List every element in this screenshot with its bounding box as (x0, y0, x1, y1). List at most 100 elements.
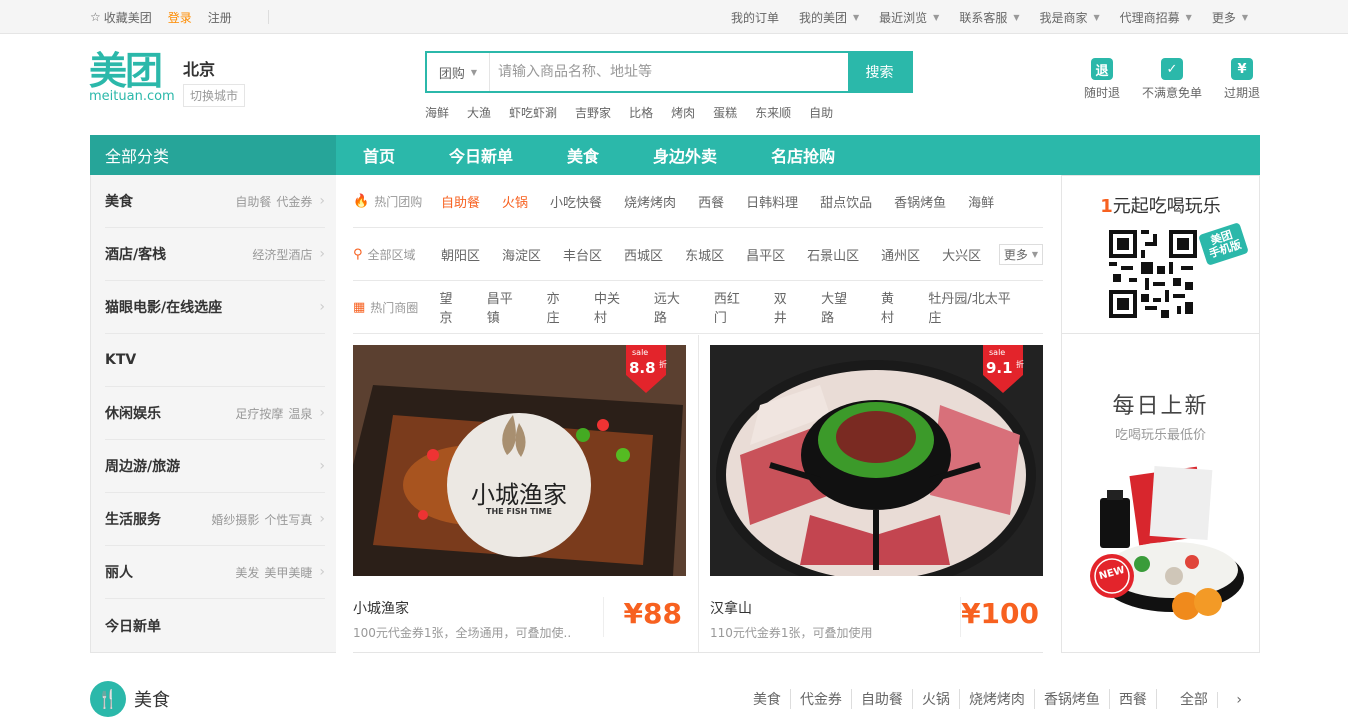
filter-option[interactable]: 烧烤烤肉 (624, 192, 676, 211)
section-link[interactable]: 西餐 (1110, 689, 1157, 709)
subcategory-link[interactable]: 婚纱摄影 (211, 511, 259, 528)
hot-word-link[interactable]: 海鲜 (425, 104, 449, 121)
subcategory-link[interactable]: 温泉 (288, 405, 312, 422)
filter-option[interactable]: 远大路 (654, 288, 692, 326)
filter-option[interactable]: 黄村 (881, 288, 906, 326)
top-menu-item[interactable]: 代理商招募 ▼ (1110, 9, 1202, 26)
deal-card[interactable]: sale 9.1 折 汉拿山 110元代金券1张，可叠加使用 ¥100 (710, 345, 1043, 641)
filter-option[interactable]: 大望路 (821, 288, 859, 326)
filter-option[interactable]: 香锅烤鱼 (894, 192, 946, 211)
nav-link[interactable]: 美食 (540, 143, 626, 167)
hot-word-link[interactable]: 比格 (629, 104, 653, 121)
search-scope-select[interactable]: 团购 ▼ (427, 53, 490, 91)
search-input[interactable] (490, 53, 848, 91)
favorite-link[interactable]: ☆ 收藏美团 (90, 9, 152, 26)
section-link[interactable]: 香锅烤鱼 (1035, 689, 1110, 709)
nav-link[interactable]: 名店抢购 (744, 143, 862, 167)
section-link[interactable]: 火锅 (913, 689, 960, 709)
category-item[interactable]: 今日新单 (105, 599, 325, 652)
hot-word-link[interactable]: 吉野家 (575, 104, 611, 121)
deal-description: 100元代金券1张，全场通用，可叠加使.. (353, 626, 572, 640)
nav-link[interactable]: 首页 (336, 143, 422, 167)
deal-image[interactable]: sale 9.1 折 (710, 345, 1043, 576)
promise-item[interactable]: ✓ 不满意免单 (1142, 58, 1202, 101)
all-categories-button[interactable]: 全部分类 (90, 135, 336, 175)
deal-image[interactable]: 小城渔家 THE FISH TIME sale 8.8 折 (353, 345, 686, 576)
section-link[interactable]: 代金券 (791, 689, 852, 709)
hot-word-link[interactable]: 自助 (809, 104, 833, 121)
promise-item[interactable]: 退随时退 (1084, 58, 1120, 101)
filter-option[interactable]: 海鲜 (968, 192, 994, 211)
more-dropdown[interactable]: 更多 ▼ (998, 244, 1043, 265)
filter-option[interactable]: 亦庄 (547, 288, 572, 326)
login-link[interactable]: 登录 (168, 9, 192, 26)
main-nav: 全部分类 首页 今日新单 美食 身边外卖 名店抢购 (90, 135, 1260, 175)
hot-word-link[interactable]: 蛋糕 (713, 104, 737, 121)
logo[interactable]: 美团 meituan.com (89, 52, 175, 104)
category-item[interactable]: 美食 自助餐 代金券 › (105, 175, 325, 228)
subcategory-link[interactable]: 美甲美睫 (264, 564, 312, 581)
category-item[interactable]: 丽人 美发 美甲美睫 › (105, 546, 325, 599)
subcategory-link[interactable]: 自助餐 (235, 193, 271, 210)
filter-option[interactable]: 火锅 (502, 192, 528, 211)
filter-option[interactable]: 中关村 (594, 288, 632, 326)
filter-option[interactable]: 东城区 (685, 245, 724, 264)
register-link[interactable]: 注册 (208, 9, 232, 26)
filter-option[interactable]: 朝阳区 (441, 245, 480, 264)
chevron-right-icon: › (319, 511, 325, 527)
top-menu-item[interactable]: 最近浏览 ▼ (869, 9, 949, 26)
deal-description: 110元代金券1张，可叠加使用 (710, 626, 873, 640)
daily-new-subtitle: 吃喝玩乐最低价 (1114, 428, 1206, 443)
filter-option[interactable]: 自助餐 (441, 192, 480, 211)
top-menu-item[interactable]: 我的订单 (721, 9, 789, 26)
filter-label: 全部区域 (367, 247, 416, 262)
section-link[interactable]: 美食 (744, 689, 791, 709)
subcategory-link[interactable]: 个性写真 (264, 511, 312, 528)
nav-link[interactable]: 今日新单 (422, 143, 540, 167)
section-link[interactable]: 自助餐 (852, 689, 913, 709)
hot-word-link[interactable]: 东来顺 (755, 104, 791, 121)
subcategory-link[interactable]: 代金券 (276, 193, 312, 210)
category-item[interactable]: 猫眼电影/在线选座 › (105, 281, 325, 334)
filter-option[interactable]: 丰台区 (563, 245, 602, 264)
filter-option[interactable]: 西城区 (624, 245, 663, 264)
filter-option[interactable]: 西餐 (698, 192, 724, 211)
caret-down-icon: ▼ (852, 12, 860, 22)
switch-city-button[interactable]: 切换城市 (183, 84, 246, 107)
category-item[interactable]: 周边游/旅游 › (105, 440, 325, 493)
deal-card[interactable]: 小城渔家 THE FISH TIME sale 8.8 折 小城渔家 100元代… (353, 345, 686, 641)
category-item[interactable]: 生活服务 婚纱摄影 个性写真 › (105, 493, 325, 546)
promise-item[interactable]: ¥ 过期退 (1224, 58, 1260, 101)
view-all-link[interactable]: 全部 › (1157, 689, 1260, 709)
filter-option[interactable]: 通州区 (881, 245, 920, 264)
search-button[interactable]: 搜索 (848, 53, 911, 91)
category-item[interactable]: KTV (105, 334, 325, 387)
section-link[interactable]: 烧烤烤肉 (960, 689, 1035, 709)
filter-option[interactable]: 大兴区 (942, 245, 981, 264)
filter-option[interactable]: 日韩料理 (746, 192, 798, 211)
filter-option[interactable]: 海淀区 (502, 245, 541, 264)
filter-option[interactable]: 小吃快餐 (550, 192, 602, 211)
category-item[interactable]: 酒店/客栈 经济型酒店 › (105, 228, 325, 281)
category-item[interactable]: 休闲娱乐 足疗按摩 温泉 › (105, 387, 325, 440)
filter-option[interactable]: 双井 (774, 288, 799, 326)
filter-option[interactable]: 西红门 (714, 288, 752, 326)
filter-option[interactable]: 昌平镇 (487, 288, 525, 326)
promo-products-image[interactable] (1082, 466, 1247, 626)
top-menu-item[interactable]: 更多 ▼ (1202, 9, 1258, 26)
filter-option[interactable]: 昌平区 (746, 245, 785, 264)
top-menu-item[interactable]: 我的美团 ▼ (789, 9, 869, 26)
subcategory-link[interactable]: 经济型酒店 (252, 246, 312, 263)
top-menu-item[interactable]: 我是商家 ▼ (1029, 9, 1109, 26)
nav-link[interactable]: 身边外卖 (626, 143, 744, 167)
hot-word-link[interactable]: 大渔 (467, 104, 491, 121)
filter-option[interactable]: 牡丹园/北太平庄 (928, 288, 1021, 326)
hot-word-link[interactable]: 虾吃虾涮 (509, 104, 557, 121)
hot-word-link[interactable]: 烤肉 (671, 104, 695, 121)
subcategory-link[interactable]: 美发 (235, 564, 259, 581)
filter-option[interactable]: 望京 (439, 288, 464, 326)
subcategory-link[interactable]: 足疗按摩 (235, 405, 283, 422)
filter-option[interactable]: 石景山区 (807, 245, 859, 264)
top-menu-item[interactable]: 联系客服 ▼ (949, 9, 1029, 26)
filter-option[interactable]: 甜点饮品 (820, 192, 872, 211)
